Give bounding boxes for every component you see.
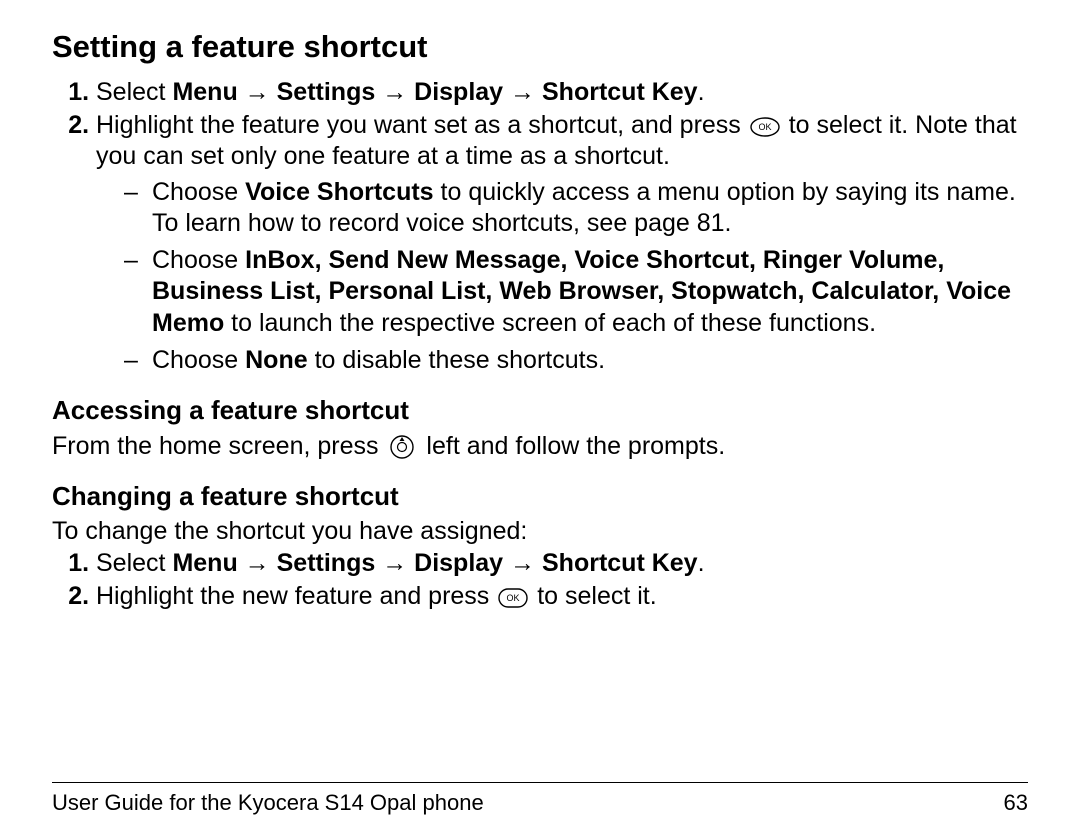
accessing-text: From the home screen, press left and fol… xyxy=(52,431,1028,462)
change2-b: to select it. xyxy=(530,582,656,610)
arrow-icon: → xyxy=(245,549,270,577)
nav-menu: Menu xyxy=(172,78,237,106)
change2-a: Highlight the new feature and press xyxy=(96,582,496,610)
ok-key-icon: OK xyxy=(750,117,780,137)
step-1: Select Menu → Settings → Display → Short… xyxy=(96,77,1028,108)
svg-text:OK: OK xyxy=(758,122,771,132)
page-footer: User Guide for the Kyocera S14 Opal phon… xyxy=(52,782,1028,817)
step2-text-a: Highlight the feature you want set as a … xyxy=(96,111,748,139)
sub2-b: to launch the respective screen of each … xyxy=(224,309,876,337)
nav-shortcut-key: Shortcut Key xyxy=(542,78,698,106)
step1-prefix: Select xyxy=(96,78,172,106)
nav-settings: Settings xyxy=(277,549,376,577)
changing-steps: Select Menu → Settings → Display → Short… xyxy=(52,548,1028,613)
arrow-icon: → xyxy=(382,78,407,106)
sub1-a: Choose xyxy=(152,178,245,206)
sub2-a: Choose xyxy=(152,246,245,274)
nav-settings: Settings xyxy=(277,78,376,106)
sub-item-none: Choose None to disable these shortcuts. xyxy=(152,345,1028,376)
sub-item-functions: Choose InBox, Send New Message, Voice Sh… xyxy=(152,245,1028,339)
access-a: From the home screen, press xyxy=(52,432,385,460)
nav-shortcut-key: Shortcut Key xyxy=(542,549,698,577)
sub-item-voice-shortcuts: Choose Voice Shortcuts to quickly access… xyxy=(152,177,1028,240)
change1-prefix: Select xyxy=(96,549,172,577)
ok-key-icon: OK xyxy=(498,588,528,608)
svg-text:OK: OK xyxy=(507,593,520,603)
change-step-2: Highlight the new feature and press OK t… xyxy=(96,581,1028,612)
page: Setting a feature shortcut Select Menu →… xyxy=(0,0,1080,834)
arrow-icon: → xyxy=(510,549,535,577)
setting-steps: Select Menu → Settings → Display → Short… xyxy=(52,77,1028,376)
nav-key-icon xyxy=(389,434,415,460)
page-number: 63 xyxy=(1004,789,1028,817)
accessing-heading: Accessing a feature shortcut xyxy=(52,394,1028,427)
nav-display: Display xyxy=(414,549,503,577)
period: . xyxy=(698,549,705,577)
sub3-b: to disable these shortcuts. xyxy=(308,346,605,374)
arrow-icon: → xyxy=(245,78,270,106)
arrow-icon: → xyxy=(382,549,407,577)
page-title: Setting a feature shortcut xyxy=(52,28,1028,67)
arrow-icon: → xyxy=(510,78,535,106)
step-2: Highlight the feature you want set as a … xyxy=(96,110,1028,376)
nav-menu: Menu xyxy=(172,549,237,577)
period: . xyxy=(698,78,705,106)
change-step-1: Select Menu → Settings → Display → Short… xyxy=(96,548,1028,579)
step2-sublist: Choose Voice Shortcuts to quickly access… xyxy=(96,177,1028,377)
footer-title: User Guide for the Kyocera S14 Opal phon… xyxy=(52,789,484,817)
changing-heading: Changing a feature shortcut xyxy=(52,480,1028,513)
access-b: left and follow the prompts. xyxy=(419,432,725,460)
nav-display: Display xyxy=(414,78,503,106)
sub3-a: Choose xyxy=(152,346,245,374)
changing-intro: To change the shortcut you have assigned… xyxy=(52,516,1028,547)
sub3-bold: None xyxy=(245,346,308,374)
sub1-bold: Voice Shortcuts xyxy=(245,178,433,206)
